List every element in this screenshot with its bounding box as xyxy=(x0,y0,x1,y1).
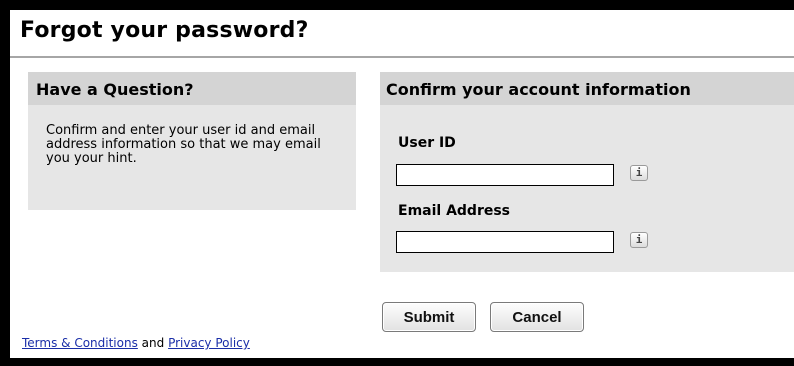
title-divider xyxy=(10,56,794,58)
account-panel-header: Confirm your account information xyxy=(380,72,794,105)
terms-conditions-link[interactable]: Terms & Conditions xyxy=(22,336,138,350)
help-panel-text: Confirm and enter your user id and email… xyxy=(46,123,321,166)
forgot-password-page: Forgot your password? Have a Question? C… xyxy=(10,10,794,358)
user-id-input[interactable] xyxy=(396,164,614,186)
submit-button[interactable]: Submit xyxy=(382,302,476,332)
footer-conjunction: and xyxy=(141,336,165,350)
account-panel: Confirm your account information User ID… xyxy=(380,72,794,272)
help-panel: Have a Question? Confirm and enter your … xyxy=(28,72,356,210)
user-id-label: User ID xyxy=(398,135,456,151)
footer-links: Terms & Conditions and Privacy Policy xyxy=(22,336,250,350)
email-address-input[interactable] xyxy=(396,231,614,253)
account-panel-heading: Confirm your account information xyxy=(386,80,691,99)
page-title: Forgot your password? xyxy=(20,18,309,43)
email-address-label: Email Address xyxy=(398,203,511,219)
info-icon[interactable]: i xyxy=(630,232,648,248)
cancel-button[interactable]: Cancel xyxy=(490,302,584,332)
info-icon[interactable]: i xyxy=(630,165,648,181)
privacy-policy-link[interactable]: Privacy Policy xyxy=(168,336,250,350)
help-panel-header: Have a Question? xyxy=(28,72,356,105)
help-panel-heading: Have a Question? xyxy=(36,80,194,99)
